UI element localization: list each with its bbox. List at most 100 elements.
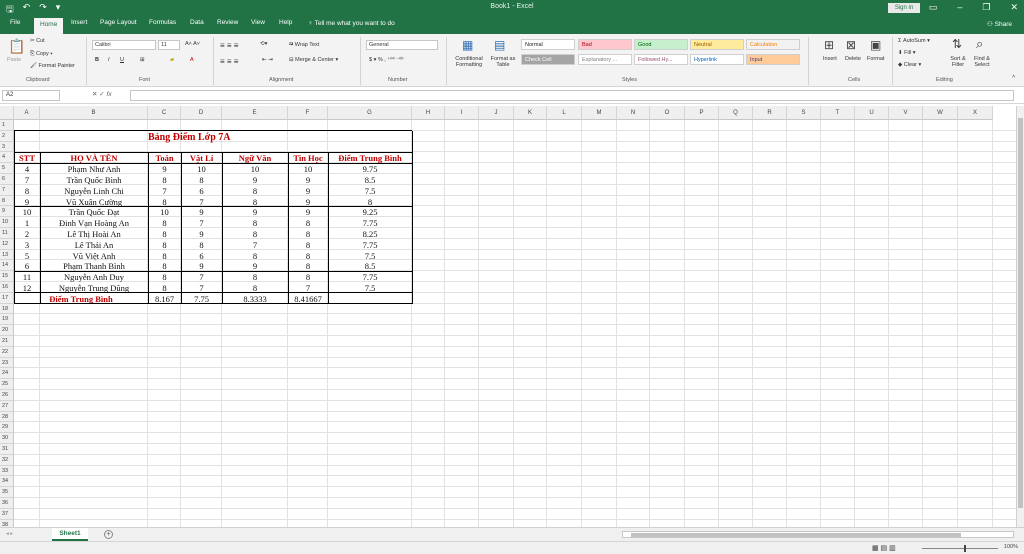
table-cell[interactable]: 8: [148, 229, 181, 239]
row-header[interactable]: 38: [0, 519, 14, 527]
collapse-ribbon-icon[interactable]: ˄: [1012, 74, 1015, 80]
table-cell[interactable]: 4: [14, 164, 40, 174]
table-cell[interactable]: 3: [14, 240, 40, 250]
row-header[interactable]: 35: [0, 487, 14, 498]
table-cell[interactable]: Trần Quốc Đạt: [40, 207, 148, 217]
column-header[interactable]: D: [181, 106, 222, 120]
row-header[interactable]: 37: [0, 508, 14, 520]
indent-icons[interactable]: ⇤ ⇥: [262, 57, 273, 63]
table-cell[interactable]: 11: [14, 272, 40, 282]
align-left-icons[interactable]: ≡ ≡ ≡: [220, 57, 238, 66]
table-cell[interactable]: Lê Thái An: [40, 240, 148, 250]
clear-button[interactable]: ◆ Clear ▾: [898, 62, 921, 68]
row-header[interactable]: 13: [0, 249, 14, 261]
cell-style-item[interactable]: Calculation: [746, 39, 800, 50]
table-cell[interactable]: 7.5: [328, 186, 412, 196]
cell-style-item[interactable]: Bad: [578, 39, 632, 50]
table-cell[interactable]: 9.75: [328, 164, 412, 174]
table-cell[interactable]: 8: [148, 218, 181, 228]
italic-button[interactable]: I: [108, 57, 110, 63]
table-cell[interactable]: 8: [222, 229, 288, 239]
table-cell[interactable]: 9: [181, 229, 222, 239]
row-header[interactable]: 36: [0, 498, 14, 509]
close-icon[interactable]: ✕: [1010, 2, 1018, 13]
column-header[interactable]: S: [787, 106, 821, 120]
tab-data[interactable]: Data: [190, 19, 204, 26]
table-cell[interactable]: Phạm Như Anh: [40, 164, 148, 174]
row-header[interactable]: 11: [0, 228, 14, 239]
table-cell[interactable]: Nguyễn Anh Duy: [40, 272, 148, 282]
table-cell[interactable]: 10: [148, 207, 181, 217]
row-header[interactable]: 5: [0, 163, 14, 174]
row-header[interactable]: 4: [0, 152, 14, 164]
row-header[interactable]: 30: [0, 433, 14, 444]
column-header[interactable]: W: [923, 106, 958, 120]
wrap-text-button[interactable]: ⮒ Wrap Text: [289, 41, 319, 50]
row-header[interactable]: 16: [0, 282, 14, 293]
table-cell[interactable]: 7.75: [328, 272, 412, 282]
zoom-level[interactable]: 100%: [1004, 544, 1018, 550]
cell-style-item[interactable]: Followed Hy...: [634, 54, 688, 65]
column-header[interactable]: G: [328, 106, 412, 120]
table-cell[interactable]: 8: [181, 240, 222, 250]
table-cell[interactable]: 5: [14, 251, 40, 261]
align-top-icons[interactable]: ≡ ≡ ≡: [220, 41, 238, 50]
table-cell[interactable]: 9.25: [328, 207, 412, 217]
table-cell[interactable]: 10: [288, 164, 328, 174]
add-sheet-icon[interactable]: +: [104, 530, 113, 539]
sheet-tab[interactable]: Sheet1: [52, 528, 88, 541]
column-header[interactable]: U: [855, 106, 889, 120]
row-header[interactable]: 31: [0, 444, 14, 455]
row-header[interactable]: 15: [0, 271, 14, 282]
column-header[interactable]: O: [650, 106, 685, 120]
table-cell[interactable]: 8: [288, 272, 328, 282]
table-cell[interactable]: 8: [288, 218, 328, 228]
table-cell[interactable]: 7: [222, 240, 288, 250]
row-header[interactable]: 24: [0, 368, 14, 380]
table-cell[interactable]: 8: [148, 251, 181, 261]
formula-input[interactable]: [130, 90, 1014, 101]
underline-button[interactable]: U: [120, 57, 124, 63]
column-header[interactable]: N: [617, 106, 650, 120]
table-cell[interactable]: 8: [181, 175, 222, 185]
column-header[interactable]: V: [889, 106, 923, 120]
table-cell[interactable]: 9: [148, 164, 181, 174]
row-header[interactable]: 26: [0, 390, 14, 401]
tab-view[interactable]: View: [251, 19, 265, 26]
table-cell[interactable]: 7: [181, 218, 222, 228]
column-header[interactable]: I: [445, 106, 479, 120]
font-grow-shrink[interactable]: A˄ A˅: [185, 41, 200, 47]
fill-button[interactable]: ⬇ Fill ▾: [898, 50, 915, 56]
column-header[interactable]: X: [958, 106, 993, 120]
row-header[interactable]: 29: [0, 422, 14, 434]
column-header[interactable]: L: [547, 106, 582, 120]
cell-style-item[interactable]: Neutral: [690, 39, 744, 50]
autosum-button[interactable]: Σ AutoSum ▾: [898, 38, 930, 44]
cell-style-item[interactable]: Hyperlink: [690, 54, 744, 65]
copy-button[interactable]: ⎘ Copy ▾: [30, 51, 53, 58]
row-header[interactable]: 19: [0, 314, 14, 326]
number-format-icons[interactable]: $ ▾ % , ⁺⁰⁰ ⁻⁰⁰: [369, 57, 404, 63]
format-cells-icon[interactable]: ▣: [870, 38, 881, 52]
table-cell[interactable]: 9: [288, 186, 328, 196]
tell-me-search[interactable]: ♀ Tell me what you want to do: [308, 20, 395, 27]
cell-style-item[interactable]: Check Cell: [521, 54, 575, 65]
table-cell[interactable]: Trần Quốc Bình: [40, 175, 148, 185]
table-cell[interactable]: 8: [222, 251, 288, 261]
delete-cells-icon[interactable]: ⊠: [846, 38, 856, 52]
format-painter-button[interactable]: 🖌 Format Painter: [30, 63, 75, 69]
table-cell[interactable]: Vũ Việt Anh: [40, 251, 148, 261]
find-select-label[interactable]: Find & Select: [970, 56, 994, 68]
table-cell[interactable]: 2: [14, 229, 40, 239]
table-cell[interactable]: 10: [222, 164, 288, 174]
conditional-formatting-label[interactable]: Conditional Formatting: [452, 56, 486, 68]
column-header[interactable]: H: [412, 106, 445, 120]
share-button[interactable]: ⚇ Share: [987, 20, 1012, 28]
table-cell[interactable]: 8: [148, 240, 181, 250]
table-cell[interactable]: 9: [288, 175, 328, 185]
column-header[interactable]: K: [514, 106, 547, 120]
column-header[interactable]: A: [14, 106, 40, 120]
tab-help[interactable]: Help: [279, 19, 292, 26]
delete-cells-label[interactable]: Delete: [845, 56, 861, 62]
tab-insert[interactable]: Insert: [71, 19, 87, 26]
